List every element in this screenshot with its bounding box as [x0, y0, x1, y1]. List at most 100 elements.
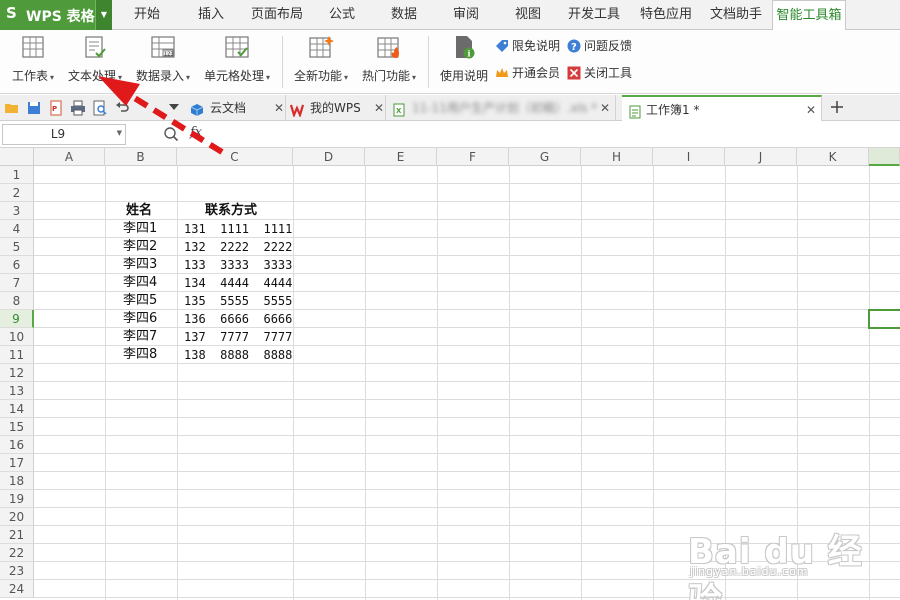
column-header-j[interactable]: J — [725, 148, 797, 166]
undo-icon[interactable] — [114, 100, 130, 116]
tab-page-layout[interactable]: 页面布局 — [246, 0, 308, 30]
column-header-c[interactable]: C — [177, 148, 293, 166]
row-header-22[interactable]: 22 — [0, 544, 34, 562]
tab-smart-toolbox[interactable]: 智能工具箱 — [772, 0, 846, 31]
phone-cell[interactable]: 131 1111 1111 — [184, 220, 292, 238]
chevron-down-icon[interactable]: ▼ — [95, 0, 112, 30]
name-cell[interactable]: 李四3 — [123, 256, 157, 274]
row-header-4[interactable]: 4 — [0, 220, 34, 238]
close-icon[interactable]: ✕ — [374, 95, 384, 121]
close-icon[interactable]: ✕ — [274, 95, 284, 121]
open-folder-icon[interactable] — [4, 100, 20, 116]
row-header-21[interactable]: 21 — [0, 526, 34, 544]
tab-start[interactable]: 开始 — [122, 0, 172, 30]
phone-cell[interactable]: 132 2222 2222 — [184, 238, 292, 256]
row-header-19[interactable]: 19 — [0, 490, 34, 508]
row-header-3[interactable]: 3 — [0, 202, 34, 220]
row-header-7[interactable]: 7 — [0, 274, 34, 292]
close-icon[interactable]: ✕ — [806, 97, 816, 123]
tab-developer[interactable]: 开发工具 — [562, 0, 626, 30]
row-header-23[interactable]: 23 — [0, 562, 34, 580]
column-header-a[interactable]: A — [34, 148, 105, 166]
name-cell[interactable]: 李四8 — [123, 346, 157, 364]
row-header-1[interactable]: 1 — [0, 166, 34, 184]
phone-cell[interactable]: 137 7777 7777 — [184, 328, 292, 346]
close-tool-button[interactable]: 关闭工具 — [567, 64, 632, 82]
text-process-button[interactable]: 文本处理 ▾ — [64, 34, 126, 84]
name-box[interactable]: L9 ▼ — [2, 124, 126, 145]
tab-blurred-file[interactable]: X 11-11用户生产计划（初稿）.xls * ✕ — [392, 95, 616, 121]
row-header-8[interactable]: 8 — [0, 292, 34, 310]
tab-insert[interactable]: 插入 — [186, 0, 236, 30]
tab-doc-assistant[interactable]: 文档助手 — [704, 0, 768, 30]
tab-special-apps[interactable]: 特色应用 — [634, 0, 698, 30]
phone-cell[interactable]: 135 5555 5555 — [184, 292, 292, 310]
tab-formula[interactable]: 公式 — [318, 0, 366, 30]
hot-features-button[interactable]: 热门功能 ▾ — [358, 34, 420, 84]
row-header-11[interactable]: 11 — [0, 346, 34, 364]
tab-cloud-docs[interactable]: 云文档 ✕ — [190, 95, 286, 121]
select-all-corner[interactable] — [0, 148, 34, 166]
name-cell[interactable]: 李四7 — [123, 328, 157, 346]
row-header-6[interactable]: 6 — [0, 256, 34, 274]
row-header-5[interactable]: 5 — [0, 238, 34, 256]
column-header-i[interactable]: I — [653, 148, 725, 166]
row-header-2[interactable]: 2 — [0, 184, 34, 202]
row-header-20[interactable]: 20 — [0, 508, 34, 526]
worksheet-button[interactable]: 工作表 ▾ — [8, 34, 58, 84]
formula-input[interactable] — [214, 124, 898, 145]
phone-cell[interactable]: 133 3333 3333 — [184, 256, 292, 274]
row-header-10[interactable]: 10 — [0, 328, 34, 346]
column-header-k[interactable]: K — [797, 148, 869, 166]
row-header-18[interactable]: 18 — [0, 472, 34, 490]
name-cell[interactable]: 李四2 — [123, 238, 157, 256]
tab-my-wps[interactable]: 我的WPS ✕ — [289, 95, 386, 121]
row-header-24[interactable]: 24 — [0, 580, 34, 598]
row-header-9[interactable]: 9 — [0, 310, 34, 328]
export-pdf-icon[interactable]: P — [48, 100, 64, 116]
column-header-e[interactable]: E — [365, 148, 437, 166]
row-header-16[interactable]: 16 — [0, 436, 34, 454]
header-contact-cell[interactable]: 联系方式 — [205, 202, 257, 220]
membership-button[interactable]: 开通会员 — [495, 64, 560, 82]
row-header-13[interactable]: 13 — [0, 382, 34, 400]
column-header-b[interactable]: B — [105, 148, 177, 166]
name-cell[interactable]: 李四1 — [123, 220, 157, 238]
print-preview-icon[interactable] — [92, 100, 108, 116]
data-entry-button[interactable]: 123 数据录入 ▾ — [132, 34, 194, 84]
row-header-12[interactable]: 12 — [0, 364, 34, 382]
row-header-15[interactable]: 15 — [0, 418, 34, 436]
name-cell[interactable]: 李四4 — [123, 274, 157, 292]
feedback-button[interactable]: ? 问题反馈 — [567, 37, 632, 55]
column-header-g[interactable]: G — [509, 148, 581, 166]
phone-cell[interactable]: 136 6666 6666 — [184, 310, 292, 328]
fx-label[interactable]: fx — [190, 125, 202, 140]
selected-cell[interactable] — [868, 309, 900, 329]
chevron-down-icon[interactable]: ▼ — [117, 129, 122, 137]
column-header-f[interactable]: F — [437, 148, 509, 166]
free-info-button[interactable]: 限免说明 — [495, 37, 560, 55]
row-header-14[interactable]: 14 — [0, 400, 34, 418]
chevron-down-icon[interactable] — [168, 101, 180, 117]
column-header-d[interactable]: D — [293, 148, 365, 166]
phone-cell[interactable]: 134 4444 4444 — [184, 274, 292, 292]
app-menu-button[interactable]: S WPS 表格 ▼ — [0, 0, 112, 30]
zoom-search-icon[interactable] — [163, 126, 179, 142]
help-doc-button[interactable]: i 使用说明 — [438, 34, 490, 84]
tab-review[interactable]: 审阅 — [442, 0, 490, 30]
column-header-h[interactable]: H — [581, 148, 653, 166]
close-icon[interactable]: ✕ — [600, 95, 610, 121]
tab-view[interactable]: 视图 — [504, 0, 552, 30]
name-cell[interactable]: 李四6 — [123, 310, 157, 328]
phone-cell[interactable]: 138 8888 8888 — [184, 346, 292, 364]
save-icon[interactable] — [26, 100, 42, 116]
cell-process-button[interactable]: 单元格处理 ▾ — [200, 34, 274, 84]
row-header-17[interactable]: 17 — [0, 454, 34, 472]
tab-workbook1[interactable]: 工作簿1 * ✕ — [622, 95, 822, 121]
name-cell[interactable]: 李四5 — [123, 292, 157, 310]
new-features-button[interactable]: 全新功能 ▾ — [290, 34, 352, 84]
header-name-cell[interactable]: 姓名 — [126, 202, 152, 220]
print-icon[interactable] — [70, 100, 86, 116]
add-tab-icon[interactable] — [828, 98, 846, 116]
column-header-l[interactable] — [869, 148, 900, 166]
